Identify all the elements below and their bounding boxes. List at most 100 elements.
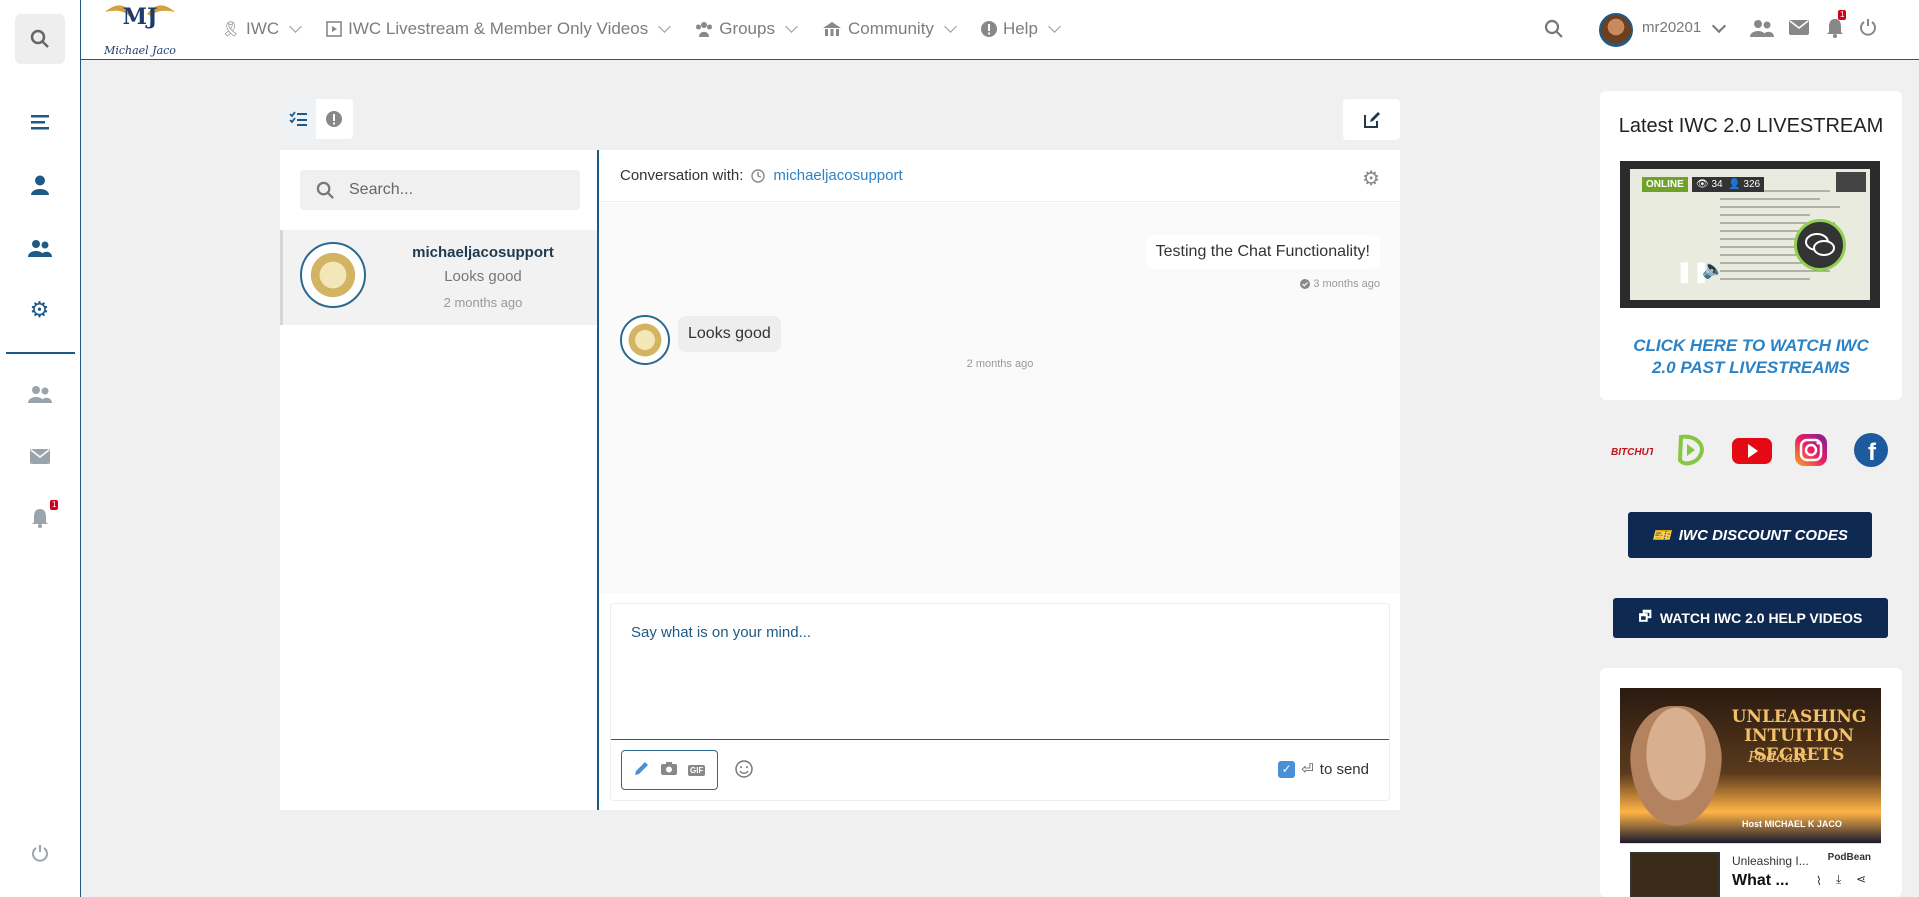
podcast-host: Host MICHAEL K JACO xyxy=(1742,819,1842,829)
conversation-avatar xyxy=(300,242,366,308)
top-search-button[interactable] xyxy=(1544,19,1564,44)
left-rail: ⚙ 1 xyxy=(0,0,81,897)
chevron-down-icon xyxy=(1711,18,1727,34)
gif-icon[interactable]: GIF xyxy=(688,764,706,776)
chat-window: michaeljacosupport Looks good 2 months a… xyxy=(280,150,1400,810)
username[interactable]: mr20201 xyxy=(1642,19,1701,36)
rail-messages-button[interactable] xyxy=(14,432,65,480)
site-logo[interactable]: MJ Michael Jaco xyxy=(99,0,181,58)
conversation-item[interactable]: michaeljacosupport Looks good 2 months a… xyxy=(280,230,597,325)
rumble-icon[interactable] xyxy=(1673,432,1709,468)
podbean-logo: PodBean xyxy=(1827,852,1871,863)
new-message-button[interactable] xyxy=(1343,99,1400,140)
users-icon xyxy=(1750,20,1774,37)
past-livestreams-link[interactable]: CLICK HERE TO WATCH IWC 2.0 PAST LIVESTR… xyxy=(1620,335,1882,379)
livestream-chat-button[interactable] xyxy=(1794,219,1846,271)
pencil-icon[interactable] xyxy=(634,760,650,781)
user-avatar[interactable] xyxy=(1599,13,1633,47)
top-messages-button[interactable] xyxy=(1789,20,1809,40)
rail-settings-button[interactable]: ⚙ xyxy=(14,286,65,334)
livestream-viewers: 326 xyxy=(1743,179,1761,190)
rss-icon[interactable]: ⌇ xyxy=(1816,874,1822,888)
top-bar: MJ Michael Jaco 🎗 IWC IWC Livestream & M… xyxy=(81,0,1919,60)
top-friends-button[interactable] xyxy=(1750,19,1774,42)
users-icon xyxy=(27,386,52,403)
conversation-search xyxy=(300,170,580,210)
conversation-with-user[interactable]: michaeljacosupport xyxy=(773,167,902,184)
podcast-episode-title: What ... xyxy=(1732,872,1789,889)
chevron-down-icon xyxy=(658,20,672,33)
ribbon-icon: 🎗 xyxy=(221,21,241,38)
podcast-player[interactable]: Unleashing I... What ... PodBean ⌇ ⤓ ⋖ xyxy=(1620,843,1881,897)
nav-iwc[interactable]: 🎗 IWC xyxy=(221,19,302,39)
rail-friends-button[interactable] xyxy=(14,370,65,418)
discount-codes-button[interactable]: 🎫 IWC DISCOUNT CODES xyxy=(1628,512,1872,558)
conversation-list: michaeljacosupport Looks good 2 months a… xyxy=(280,150,599,810)
podcast-host-image xyxy=(1630,706,1722,826)
rail-search-button[interactable] xyxy=(15,14,65,64)
images-icon: 🗗 xyxy=(1638,608,1652,624)
rail-menu-button[interactable] xyxy=(14,98,65,146)
user-menu-chevron[interactable] xyxy=(1711,18,1727,36)
message-composer: Say what is on your mind... GIF ✓ ⏎ to s… xyxy=(610,603,1390,801)
discount-codes-label: IWC DISCOUNT CODES xyxy=(1678,526,1848,544)
info-icon xyxy=(326,111,342,127)
enter-to-send-checkbox[interactable]: ✓ xyxy=(1278,760,1296,778)
volume-icon[interactable]: 🔈 xyxy=(1702,259,1724,280)
emoji-button[interactable] xyxy=(735,760,753,783)
podcast-title-line1: UNLEASHING xyxy=(1731,707,1867,727)
smile-icon xyxy=(735,760,753,778)
rail-notifications-button[interactable]: 1 xyxy=(14,494,65,542)
conversation-name: michaeljacosupport xyxy=(412,244,554,261)
conversation-time: 2 months ago xyxy=(443,295,523,310)
podcast-show-name: Unleashing I... xyxy=(1732,854,1809,868)
chat-bubble-icon xyxy=(1805,233,1835,256)
gear-icon: ⚙ xyxy=(29,297,50,322)
chevron-down-icon xyxy=(1048,20,1061,33)
podcast-artwork[interactable]: UNLEASHING INTUITION SECRETS Podcast Hos… xyxy=(1620,688,1881,843)
chevron-down-icon xyxy=(289,20,302,33)
nav-livestream[interactable]: IWC Livestream & Member Only Videos xyxy=(326,19,672,39)
rail-profile-button[interactable] xyxy=(14,161,65,209)
podcast-subtitle: Podcast xyxy=(1748,748,1808,766)
nav-groups[interactable]: Groups xyxy=(695,19,798,39)
nav-community[interactable]: Community xyxy=(822,19,957,39)
search-icon xyxy=(30,29,49,48)
bitchute-icon[interactable]: BITCHUTE xyxy=(1609,432,1662,468)
download-icon[interactable]: ⤓ xyxy=(1836,872,1841,887)
rail-logout-button[interactable] xyxy=(14,829,65,877)
camera-icon[interactable] xyxy=(660,761,677,780)
conversation-settings-button[interactable]: ⚙ xyxy=(1362,166,1380,191)
clock-icon xyxy=(751,168,766,183)
youtube-icon[interactable] xyxy=(1731,432,1772,468)
tab-info[interactable] xyxy=(316,99,352,139)
top-notifications-button[interactable]: 1 xyxy=(1826,10,1847,43)
facebook-icon[interactable]: f xyxy=(1853,432,1889,468)
livestream-video[interactable]: ONLINE 👁 34 👤 326 ❚❚ 🔈 xyxy=(1620,161,1880,308)
search-icon xyxy=(316,181,334,199)
top-logout-button[interactable] xyxy=(1859,18,1877,41)
help-videos-button[interactable]: 🗗 WATCH IWC 2.0 HELP VIDEOS xyxy=(1613,598,1888,638)
enter-to-send-toggle[interactable]: ✓ ⏎ to send xyxy=(1278,760,1369,778)
bell-icon xyxy=(1827,19,1843,38)
rail-groups-button[interactable] xyxy=(14,224,65,272)
instagram-icon[interactable] xyxy=(1793,432,1829,468)
nav-help[interactable]: Help xyxy=(980,19,1061,39)
tab-conversations[interactable] xyxy=(280,99,316,139)
edit-icon xyxy=(1363,111,1380,128)
message-incoming-time: 2 months ago xyxy=(966,358,1034,370)
logo-initials: MJ xyxy=(123,4,158,30)
chevron-down-icon xyxy=(944,20,957,33)
nav-iwc-label: IWC xyxy=(246,19,280,38)
rail-notification-badge: 1 xyxy=(50,500,59,510)
envelope-icon xyxy=(29,448,50,464)
livestream-online-badge: ONLINE xyxy=(1642,177,1688,192)
enter-to-send-label: to send xyxy=(1319,760,1369,778)
nav-livestream-label: IWC Livestream & Member Only Videos xyxy=(348,19,649,38)
conversation-search-input[interactable] xyxy=(349,181,549,199)
message-input[interactable]: Say what is on your mind... xyxy=(611,604,1389,740)
share-icon[interactable]: ⋖ xyxy=(1856,872,1866,886)
menu-icon xyxy=(30,115,49,130)
enter-key-icon: ⏎ xyxy=(1301,761,1314,778)
livestream-views: 34 xyxy=(1711,179,1723,190)
